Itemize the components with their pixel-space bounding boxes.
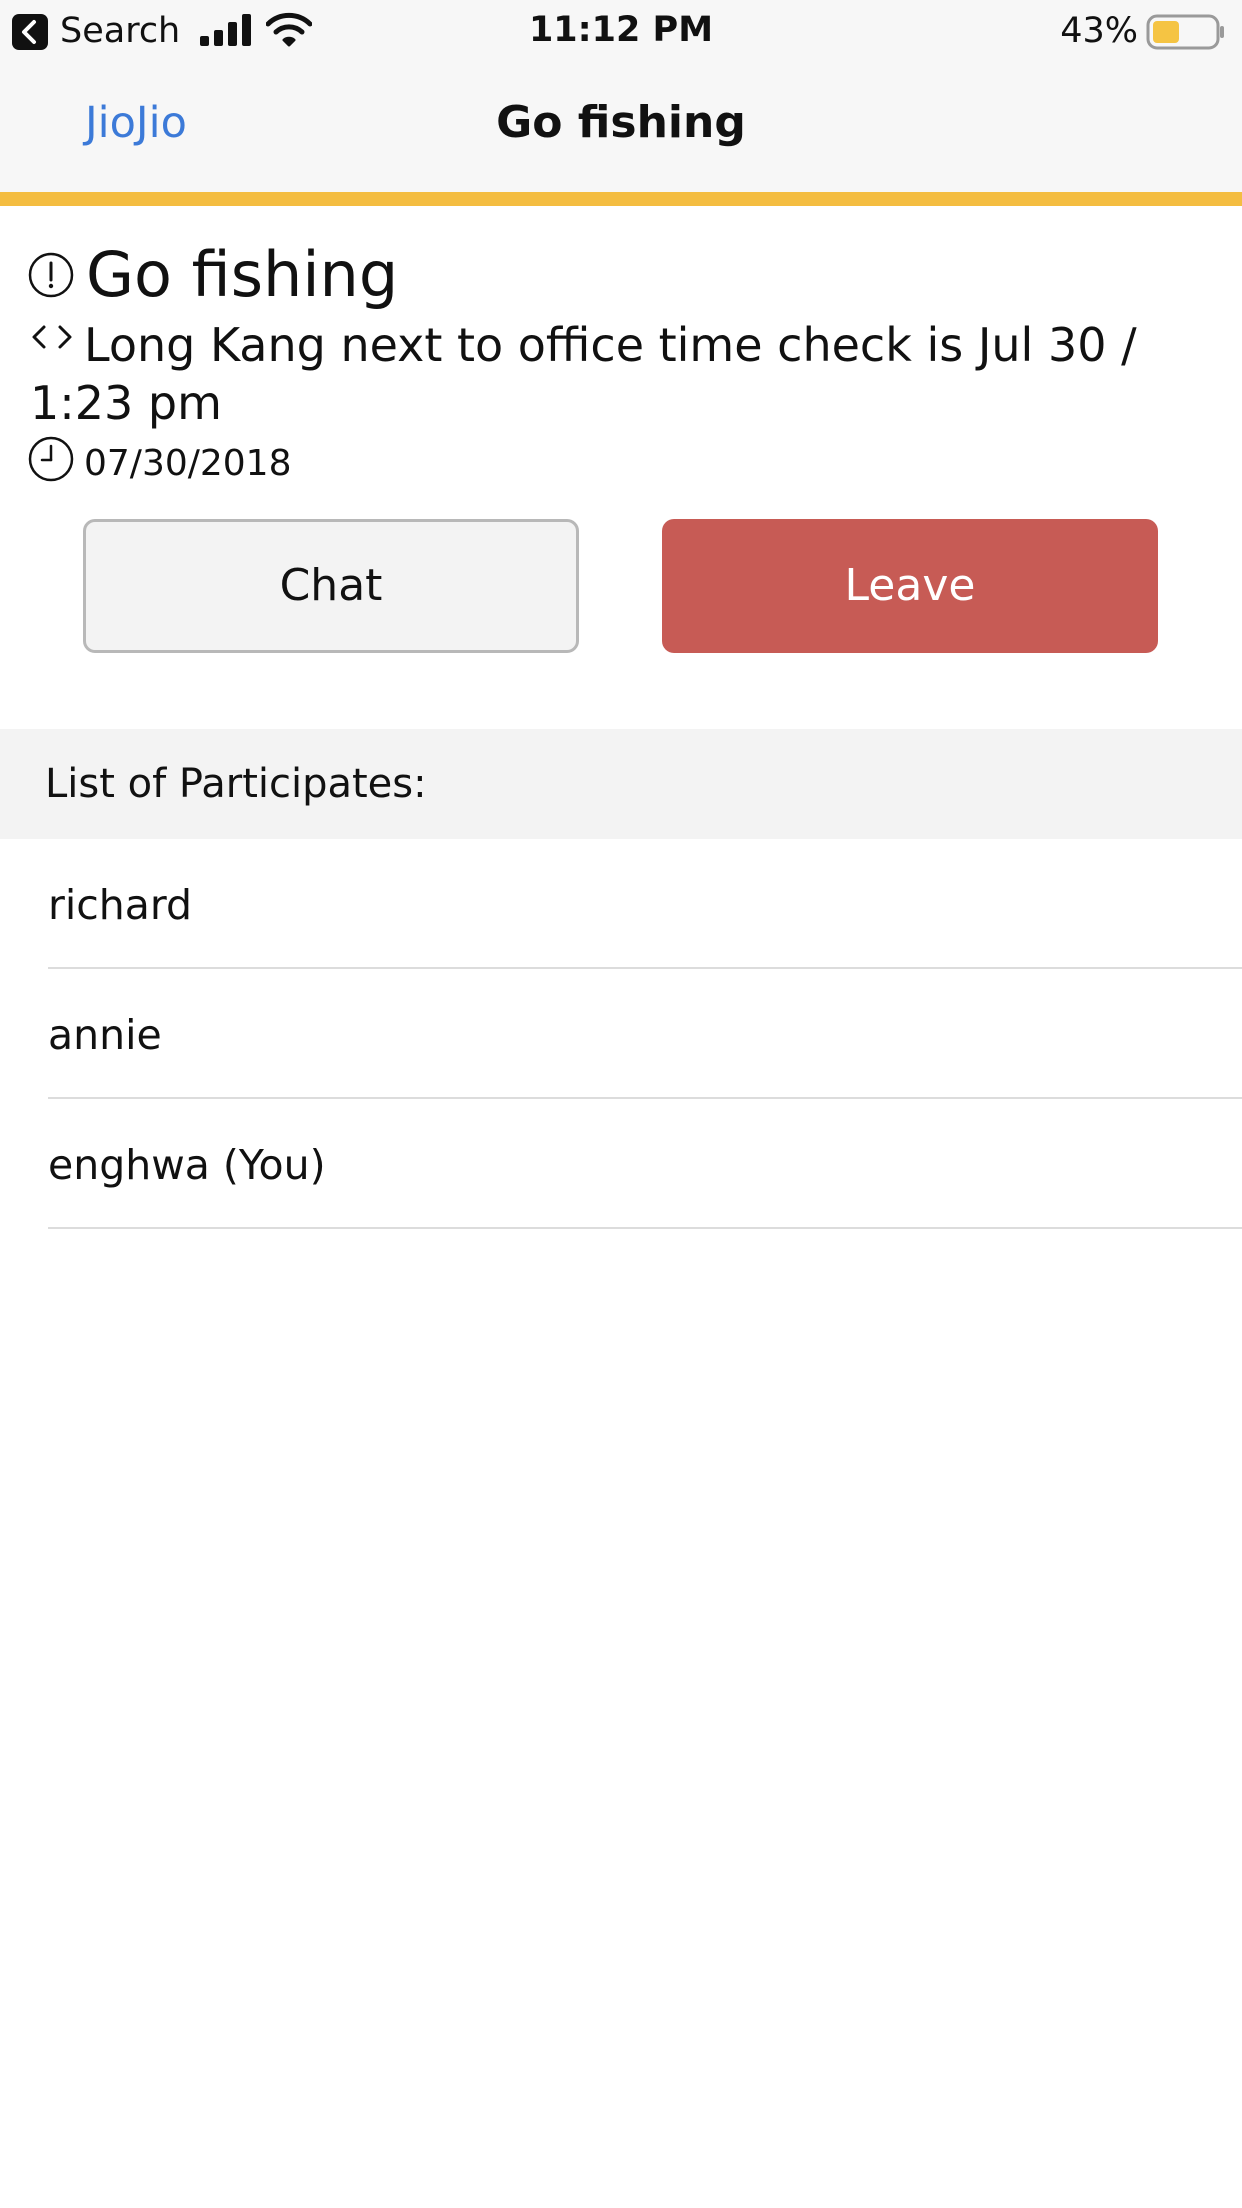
navigation-bar: JioJio Go fishing: [0, 62, 1242, 192]
participant-name: enghwa (You): [48, 1141, 326, 1189]
battery-percentage: 43%: [1060, 11, 1138, 51]
nav-title: Go fishing: [496, 97, 746, 148]
participants-header-label: List of Participates:: [45, 761, 427, 807]
participant-name: annie: [48, 1011, 162, 1059]
list-item[interactable]: richard: [48, 839, 1242, 969]
clock-icon: [28, 436, 74, 482]
participant-name: richard: [48, 881, 193, 929]
code-icon: [32, 325, 72, 349]
list-item[interactable]: annie: [48, 969, 1242, 1099]
participants-section-header: List of Participates:: [0, 729, 1242, 839]
list-item[interactable]: enghwa (You): [48, 1099, 1242, 1229]
event-title: Go fishing: [86, 238, 399, 311]
accent-divider: [0, 192, 1242, 206]
status-time: 11:12 PM: [528, 10, 714, 50]
event-location: Long Kang next to office time check is J…: [30, 316, 1210, 432]
status-bar: Search 11:12 PM 43%: [0, 0, 1242, 62]
leave-button[interactable]: Leave: [662, 519, 1158, 653]
battery-icon: [1146, 14, 1224, 50]
event-date: 07/30/2018: [84, 443, 292, 484]
event-location-text: Long Kang next to office time check is J…: [30, 318, 1137, 430]
participants-list: richard annie enghwa (You): [0, 839, 1242, 1229]
alert-circle-icon: [28, 252, 74, 298]
chat-button[interactable]: Chat: [83, 519, 579, 653]
